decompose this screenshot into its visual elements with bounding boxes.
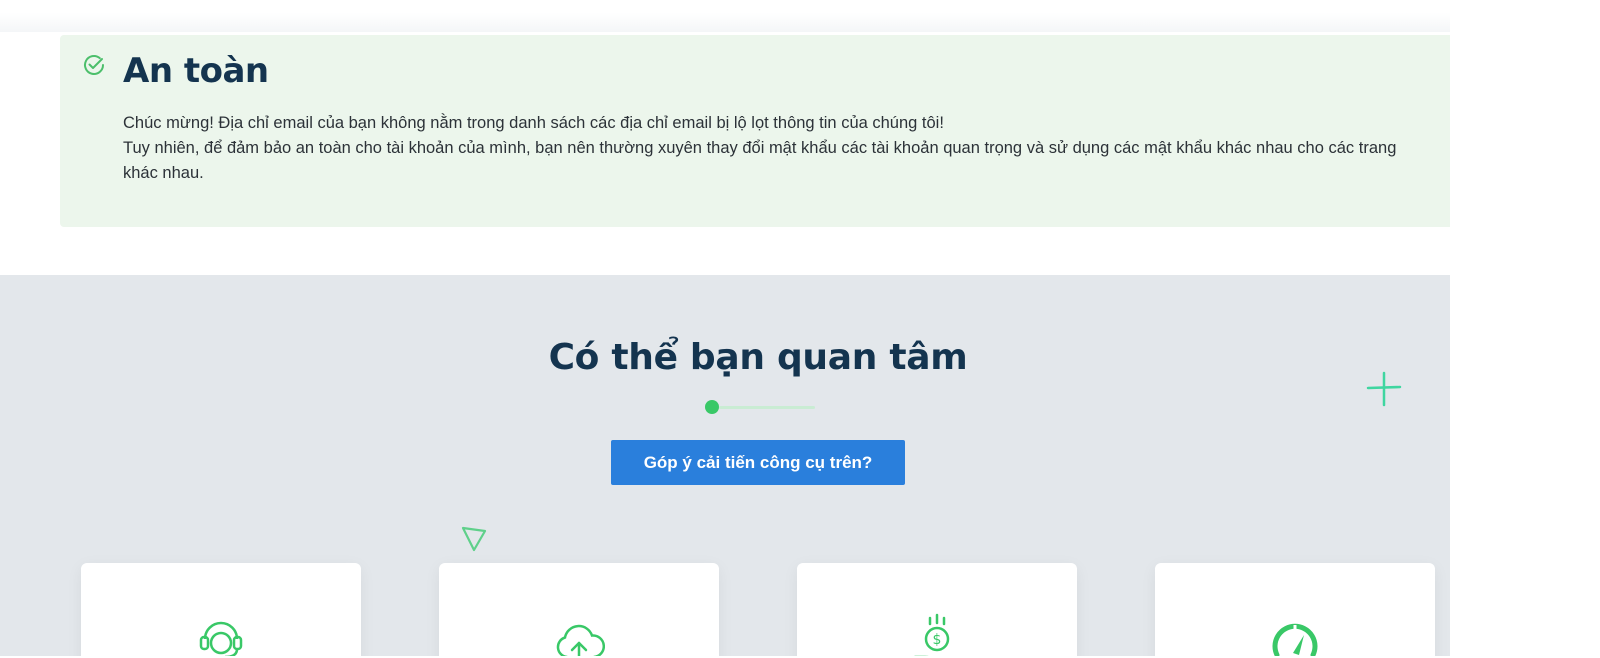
underline-bar <box>719 406 815 409</box>
check-circle-icon <box>84 55 104 75</box>
alert-message-line-2: Tuy nhiên, để đảm bảo an toàn cho tài kh… <box>123 139 1397 182</box>
top-strip <box>0 0 1450 32</box>
support-agent-icon <box>199 621 243 658</box>
title-underline <box>705 400 815 414</box>
underline-dot <box>705 400 719 414</box>
alert-message: Chúc mừng! Địa chỉ email của bạn không n… <box>123 111 1423 186</box>
feature-card-money[interactable]: $ <box>797 563 1077 658</box>
section-title: Có thể bạn quan tâm <box>548 337 968 378</box>
triangle-decoration-icon <box>461 526 487 552</box>
cloud-upload-icon <box>556 624 605 658</box>
feature-card-speed[interactable] <box>1155 563 1435 658</box>
svg-text:$: $ <box>933 632 942 648</box>
feature-card-support[interactable] <box>81 563 361 658</box>
feedback-button[interactable]: Góp ý cải tiến công cụ trên? <box>611 440 905 485</box>
speedometer-icon <box>1272 623 1318 658</box>
plus-decoration-icon <box>1366 371 1402 407</box>
interest-section: Có thể bạn quan tâm Góp ý cải tiến công … <box>0 275 1450 658</box>
feature-card-upload[interactable] <box>439 563 719 658</box>
result-alert: An toàn Chúc mừng! Địa chỉ email của bạn… <box>60 35 1450 227</box>
alert-message-line-1: Chúc mừng! Địa chỉ email của bạn không n… <box>123 114 944 132</box>
money-coin-icon: $ <box>913 613 950 658</box>
alert-title: An toàn <box>123 51 269 91</box>
